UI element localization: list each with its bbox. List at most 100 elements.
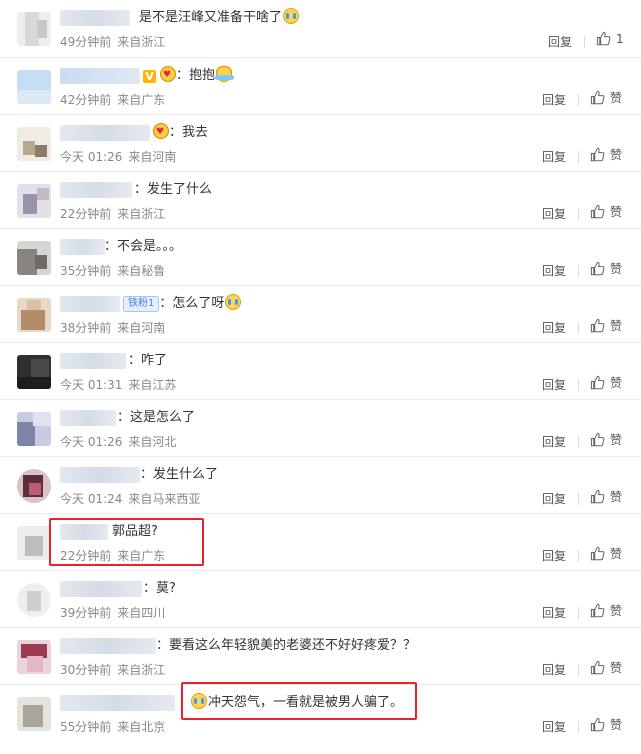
like-label: 赞 [610, 718, 623, 732]
like-button[interactable]: 赞 [590, 317, 622, 334]
comment-time: 49分钟前 [60, 35, 112, 49]
divider [584, 36, 585, 48]
username[interactable] [60, 410, 116, 426]
comment-list: 是不是汪峰又准备干啥了 49分钟前来自浙江 回复 1 V：抱抱 42分钟前来自广… [0, 0, 641, 754]
avatar[interactable] [17, 127, 51, 161]
comment-item: 铁粉1 ：怎么了呀 38分钟前 来自河南 回复 赞 [0, 286, 641, 343]
reply-button[interactable]: 回复 [542, 547, 566, 564]
thumbs-up-icon [590, 318, 605, 333]
comment-meta: 22分钟前 来自浙江 [60, 205, 165, 222]
like-button[interactable]: 赞 [590, 602, 622, 619]
avatar[interactable] [17, 526, 51, 560]
comment-location: 来自马来西亚 [128, 492, 201, 506]
reply-button[interactable]: 回复 [542, 262, 566, 279]
thumbs-up-icon [590, 147, 605, 162]
like-label: 赞 [610, 490, 623, 504]
like-button[interactable]: 赞 [590, 146, 622, 163]
avatar[interactable] [17, 12, 51, 46]
divider [578, 322, 579, 334]
reply-button[interactable]: 回复 [548, 33, 572, 50]
like-label: 赞 [610, 376, 623, 390]
username[interactable] [60, 638, 156, 654]
divider [578, 493, 579, 505]
like-button[interactable]: 赞 [590, 203, 622, 220]
username[interactable] [60, 353, 126, 369]
comment-time: 今天 01:26 [60, 435, 123, 449]
reply-button[interactable]: 回复 [542, 718, 566, 735]
reply-button[interactable]: 回复 [542, 661, 566, 678]
reply-button[interactable]: 回复 [542, 490, 566, 507]
avatar[interactable] [17, 697, 51, 731]
comment-meta: 今天 01:26 来自河北 [60, 433, 176, 450]
username[interactable] [60, 182, 132, 198]
like-button[interactable]: 赞 [590, 89, 622, 106]
like-label: 赞 [610, 262, 623, 276]
comment-text: ：发生了什么 [134, 182, 213, 197]
reply-button[interactable]: 回复 [542, 319, 566, 336]
thumbs-up-icon [590, 489, 605, 504]
divider [578, 664, 579, 676]
like-button[interactable]: 赞 [590, 260, 622, 277]
reply-button[interactable]: 回复 [542, 148, 566, 165]
username[interactable] [60, 695, 175, 711]
heart-eyes-emoji-icon [160, 65, 176, 85]
thumbs-up-icon [590, 204, 605, 219]
reply-button[interactable]: 回复 [542, 205, 566, 222]
reply-button[interactable]: 回复 [542, 91, 566, 108]
thumbs-up-icon [590, 261, 605, 276]
like-button[interactable]: 赞 [590, 659, 622, 676]
avatar[interactable] [17, 298, 51, 332]
username[interactable] [60, 296, 120, 312]
avatar[interactable] [17, 355, 51, 389]
comment-time: 42分钟前 [60, 93, 112, 107]
like-label: 赞 [610, 205, 623, 219]
reply-button[interactable]: 回复 [542, 604, 566, 621]
avatar[interactable] [17, 412, 51, 446]
thumbs-up-icon [596, 31, 611, 46]
comment-time: 39分钟前 [60, 606, 112, 620]
fan-badge: 铁粉1 [123, 296, 160, 312]
avatar[interactable] [17, 583, 51, 617]
comment-location: 来自四川 [117, 606, 166, 620]
like-button[interactable]: 赞 [590, 431, 622, 448]
comment-item: ：发生什么了 今天 01:24 来自马来西亚 回复 赞 [0, 457, 641, 514]
comment-text: ：不会是。。。 [104, 239, 183, 254]
comment-text: 是不是汪峰又准备干啥了 [139, 8, 300, 28]
like-button[interactable]: 赞 [590, 374, 622, 391]
divider [578, 94, 579, 106]
reply-button[interactable]: 回复 [542, 376, 566, 393]
comment-meta: 42分钟前 来自广东 [60, 91, 165, 108]
avatar[interactable] [17, 469, 51, 503]
divider [578, 436, 579, 448]
username[interactable] [60, 467, 140, 483]
like-button[interactable]: 1 [596, 31, 624, 46]
comment-meta: 今天 01:26 来自河南 [60, 148, 176, 165]
username[interactable] [60, 68, 140, 84]
avatar[interactable] [17, 70, 51, 104]
comment-meta: 55分钟前 来自北京 [60, 718, 165, 735]
username[interactable] [60, 10, 130, 26]
heart-eyes-emoji-icon [153, 122, 169, 142]
comment-time: 今天 01:26 [60, 150, 123, 164]
divider [578, 607, 579, 619]
comment-location: 来自江苏 [128, 378, 177, 392]
like-button[interactable]: 赞 [590, 716, 622, 733]
thumbs-up-icon [590, 432, 605, 447]
avatar[interactable] [17, 241, 51, 275]
comment-text: ：这是怎么了 [117, 410, 196, 425]
comment-time: 38分钟前 [60, 321, 112, 335]
highlight-box [181, 682, 417, 720]
comment-time: 35分钟前 [60, 264, 112, 278]
like-label: 赞 [610, 547, 623, 561]
reply-button[interactable]: 回复 [542, 433, 566, 450]
username[interactable] [60, 581, 142, 597]
comment-meta: 今天 01:31 来自江苏 [60, 376, 176, 393]
comment-meta: 35分钟前 来自秘鲁 [60, 262, 165, 279]
like-button[interactable]: 赞 [590, 545, 622, 562]
avatar[interactable] [17, 640, 51, 674]
like-button[interactable]: 赞 [590, 488, 622, 505]
avatar[interactable] [17, 184, 51, 218]
username[interactable] [60, 125, 150, 141]
username[interactable] [60, 239, 105, 255]
thumbs-up-icon [590, 375, 605, 390]
